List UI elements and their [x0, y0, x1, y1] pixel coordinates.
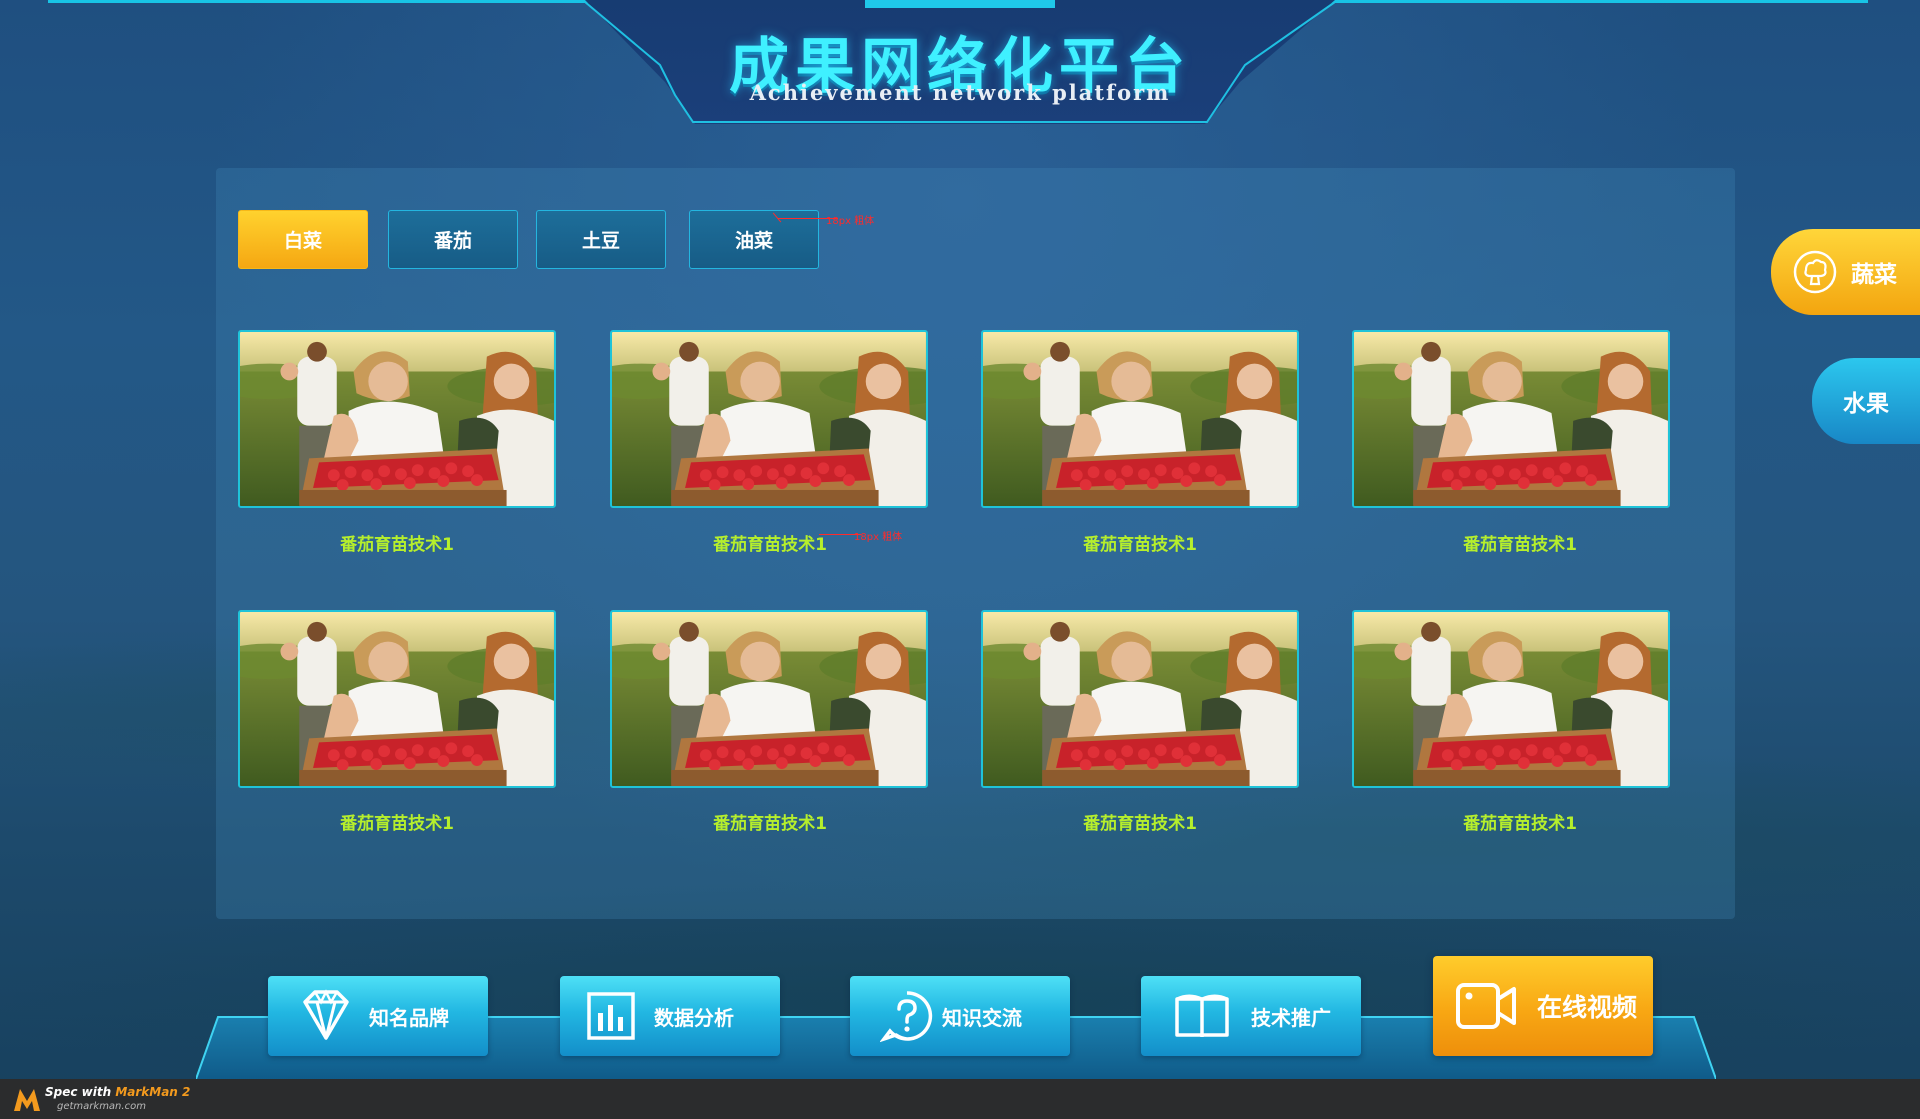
- vegetables-button[interactable]: 蔬菜: [1771, 229, 1920, 315]
- card-title[interactable]: 番茄育苗技术1: [232, 809, 562, 834]
- vegetables-label: 蔬菜: [1851, 262, 1897, 288]
- fruit-label: 水果: [1843, 391, 1889, 417]
- nav-analysis-label: 数据分析: [654, 1005, 734, 1030]
- nav-brands-label: 知名品牌: [369, 1005, 449, 1030]
- content-panel: 白菜 番茄 土豆 油菜 18px 粗体 番茄育苗技术1 番茄育苗技术1 番茄育苗…: [216, 168, 1735, 919]
- card-image[interactable]: [238, 330, 556, 508]
- card-photo: [240, 332, 554, 508]
- markman-credit: Spec with MarkMan 2: [45, 1085, 190, 1099]
- card-photo: [983, 612, 1297, 788]
- nav-promotion-label: 技术推广: [1251, 1005, 1331, 1030]
- page-subtitle: Achievement network platform: [749, 80, 1171, 105]
- card-image[interactable]: [1352, 610, 1670, 788]
- card-image[interactable]: [1352, 330, 1670, 508]
- diamond-icon: [303, 989, 349, 1040]
- card-image[interactable]: [610, 330, 928, 508]
- tab-fanqie[interactable]: 番茄: [388, 210, 518, 269]
- nav-video-button[interactable]: 在线视频: [1433, 956, 1653, 1056]
- markman-url: getmarkman.com: [57, 1101, 146, 1112]
- card-title[interactable]: 番茄育苗技术1: [1355, 530, 1685, 555]
- card-photo: [1354, 612, 1668, 788]
- card-image[interactable]: [981, 610, 1299, 788]
- question-icon: [880, 991, 933, 1043]
- card-image[interactable]: [238, 610, 556, 788]
- broccoli-icon: [1793, 250, 1837, 294]
- nav-exchange-button[interactable]: 知识交流: [850, 976, 1070, 1056]
- annotation-card-font: 18px 粗体: [854, 532, 903, 543]
- card-title[interactable]: 番茄育苗技术1: [975, 809, 1305, 834]
- nav-analysis-button[interactable]: 数据分析: [560, 976, 780, 1056]
- tab-baicai[interactable]: 白菜: [238, 210, 368, 269]
- bar-chart-icon: [587, 992, 635, 1040]
- nav-promotion-button[interactable]: 技术推广: [1141, 976, 1361, 1056]
- card-image[interactable]: [610, 610, 928, 788]
- card-photo: [612, 612, 926, 788]
- markman-footer: Spec with MarkMan 2 getmarkman.com: [0, 1079, 1920, 1119]
- book-icon: [1175, 994, 1229, 1037]
- card-photo: [1354, 332, 1668, 508]
- markman-brand: MarkMan 2: [115, 1085, 191, 1099]
- fruit-button[interactable]: 水果: [1812, 358, 1920, 444]
- header: 成果网络化平台 Achievement network platform: [585, 0, 1335, 125]
- annotation-tab-font: 18px 粗体: [826, 216, 875, 227]
- card-image[interactable]: [981, 330, 1299, 508]
- nav-video-label: 在线视频: [1537, 993, 1638, 1022]
- video-camera-icon: [1456, 983, 1516, 1029]
- card-title[interactable]: 番茄育苗技术1: [232, 530, 562, 555]
- tab-tudou[interactable]: 土豆: [536, 210, 666, 269]
- card-photo: [240, 612, 554, 788]
- markman-logo-icon: [14, 1089, 40, 1111]
- card-title[interactable]: 番茄育苗技术1: [1355, 809, 1685, 834]
- card-photo: [983, 332, 1297, 508]
- card-title[interactable]: 番茄育苗技术1: [605, 809, 935, 834]
- card-title[interactable]: 番茄育苗技术1: [975, 530, 1305, 555]
- markman-prefix: Spec with: [45, 1085, 116, 1099]
- nav-brands-button[interactable]: 知名品牌: [268, 976, 488, 1056]
- card-photo: [612, 332, 926, 508]
- nav-exchange-label: 知识交流: [942, 1005, 1022, 1030]
